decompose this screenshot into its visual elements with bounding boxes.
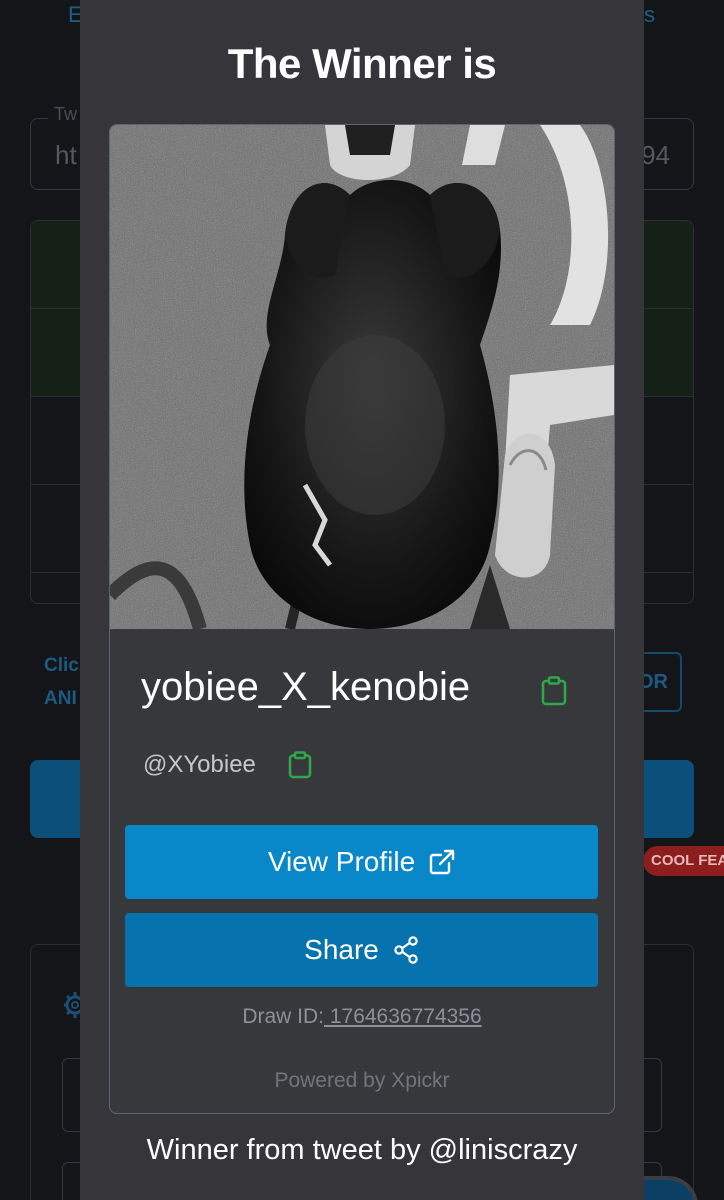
powered-by-text: Powered by Xpickr: [274, 1069, 450, 1092]
external-link-icon: [429, 849, 455, 875]
draw-id-label: Draw ID:: [242, 1005, 324, 1028]
winner-display-name: yobiee_X_kenobie: [141, 665, 471, 709]
draw-id-link[interactable]: 1764636774356: [324, 1005, 482, 1028]
background-link-line1: Clic: [44, 655, 79, 676]
cool-feature-badge: COOL FEAT: [643, 846, 724, 876]
share-button[interactable]: Share: [125, 913, 598, 987]
share-label: Share: [304, 934, 379, 965]
winner-source-text: Winner from tweet by @liniscrazy: [146, 1134, 578, 1166]
background-tab-right: s: [644, 2, 655, 27]
winner-modal: The Winner is yobiee_X_kenobie @XYobiee …: [80, 0, 644, 1200]
view-profile-label: View Profile: [267, 846, 416, 877]
winner-card: yobiee_X_kenobie @XYobiee View Profile S…: [109, 124, 615, 1114]
winner-handle: @XYobiee: [143, 751, 256, 778]
share-nodes-icon: [393, 936, 419, 964]
tweet-url-field-label: Tw: [48, 104, 84, 125]
clipboard-icon[interactable]: [541, 676, 567, 706]
view-profile-button[interactable]: View Profile: [125, 825, 598, 899]
tweet-url-field-value-start: ht: [55, 140, 77, 170]
modal-title: The Winner is: [227, 40, 497, 87]
clipboard-icon[interactable]: [288, 751, 312, 779]
draw-id: Draw ID: 1764636774356: [110, 1005, 614, 1029]
winner-avatar: [110, 125, 614, 629]
tweet-url-field-value-end: 94: [641, 140, 670, 170]
background-link-line2: ANI: [44, 688, 77, 709]
